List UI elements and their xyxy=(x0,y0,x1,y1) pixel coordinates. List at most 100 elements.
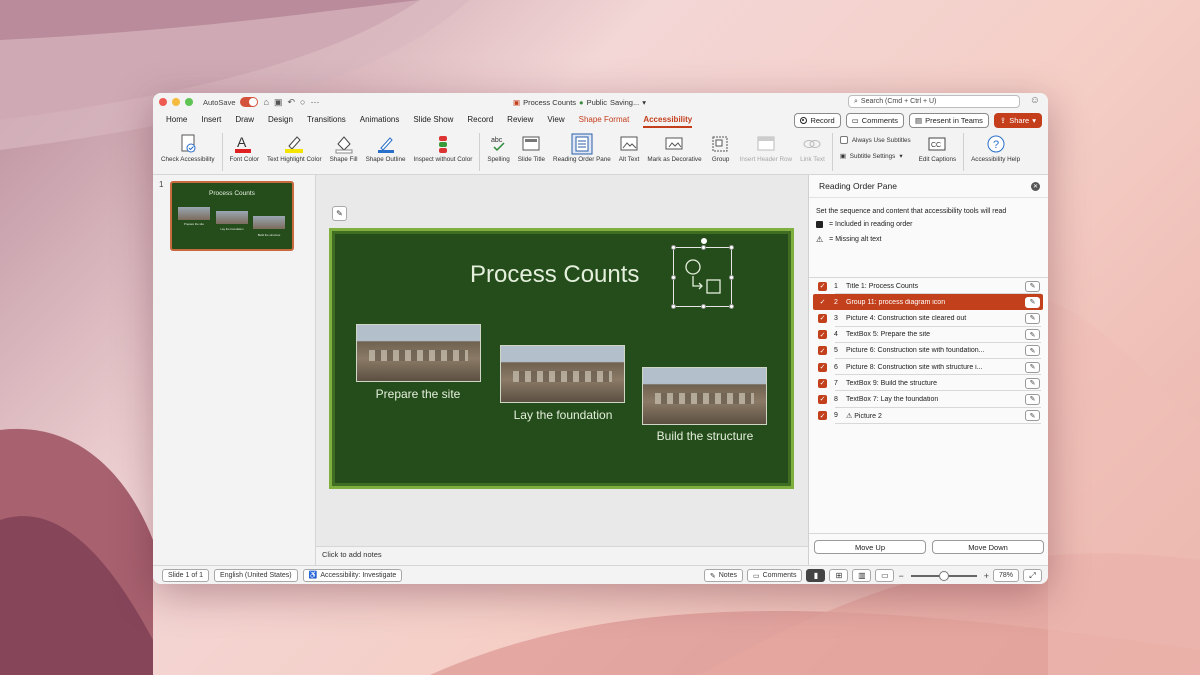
zoom-window-button[interactable] xyxy=(185,98,193,106)
include-checkbox[interactable]: ✓ xyxy=(818,298,827,307)
notes-area[interactable]: Click to add notes xyxy=(316,546,808,565)
edit-alt-text-button[interactable]: ✎ xyxy=(1025,410,1040,422)
shape-fill-button[interactable]: Shape Fill xyxy=(326,133,362,163)
tab-record[interactable]: Record xyxy=(460,111,500,129)
save-icon[interactable]: ▣ xyxy=(274,97,283,108)
close-window-button[interactable] xyxy=(159,98,167,106)
undo-icon[interactable]: ↶ xyxy=(287,97,295,108)
spelling-button[interactable]: abc Spelling xyxy=(483,133,513,163)
tab-home[interactable]: Home xyxy=(159,111,194,129)
tab-review[interactable]: Review xyxy=(500,111,540,129)
reading-order-item[interactable]: ✓ 7 TextBox 9: Build the structure ✎ xyxy=(809,375,1048,392)
tab-slide-show[interactable]: Slide Show xyxy=(406,111,460,129)
tab-shape-format[interactable]: Shape Format xyxy=(572,111,637,129)
process-diagram-icon[interactable] xyxy=(671,238,734,309)
more-icon[interactable]: ⋯ xyxy=(310,97,319,108)
caption-prepare-site[interactable]: Prepare the site xyxy=(338,387,498,401)
construction-site-photo[interactable] xyxy=(356,324,481,382)
include-checkbox[interactable]: ✓ xyxy=(818,313,827,323)
close-icon[interactable]: ✕ xyxy=(1031,181,1040,191)
search-input[interactable]: ⌕ Search (Cmd + Ctrl + U) xyxy=(848,95,1020,108)
tab-design[interactable]: Design xyxy=(261,111,300,129)
tab-draw[interactable]: Draw xyxy=(228,111,261,129)
slide-thumbnail[interactable]: Process Counts Prepare the site Lay the … xyxy=(170,181,294,251)
inspect-without-color-button[interactable]: Inspect without Color xyxy=(410,133,477,163)
slide-count[interactable]: Slide 1 of 1 xyxy=(162,568,210,582)
designer-icon[interactable]: ✎ xyxy=(332,206,347,221)
mark-as-decorative-button[interactable]: Mark as Decorative xyxy=(643,133,705,163)
home-icon[interactable]: ⌂ xyxy=(264,97,269,107)
include-checkbox[interactable]: ✓ xyxy=(818,281,827,291)
structure-photo[interactable] xyxy=(642,367,767,425)
tab-insert[interactable]: Insert xyxy=(194,111,228,129)
slide-sorter-button[interactable]: ⊞ xyxy=(829,569,849,582)
edit-alt-text-button[interactable]: ✎ xyxy=(1025,296,1040,308)
edit-alt-text-button[interactable]: ✎ xyxy=(1025,345,1040,357)
autosave-toggle[interactable] xyxy=(239,97,258,107)
include-checkbox[interactable]: ✓ xyxy=(818,378,827,388)
font-color-button[interactable]: A Font Color xyxy=(226,133,263,163)
slide[interactable]: Process Counts Prepare the site Lay the … xyxy=(329,228,794,489)
include-checkbox[interactable]: ✓ xyxy=(818,330,827,340)
account-icon[interactable]: ☺ xyxy=(1030,95,1040,106)
reading-order-item[interactable]: ✓ 6 Picture 8: Construction site with stru… xyxy=(809,359,1048,376)
redo-icon[interactable]: ○ xyxy=(300,97,305,107)
include-checkbox[interactable]: ✓ xyxy=(818,394,827,404)
language-button[interactable]: English (United States) xyxy=(214,568,298,582)
insert-header-row-button[interactable]: Insert Header Row xyxy=(736,133,797,163)
reading-order-item[interactable]: ✓ 4 TextBox 5: Prepare the site ✎ xyxy=(809,327,1048,343)
check-accessibility-button[interactable]: Check Accessibility xyxy=(157,133,219,163)
reading-order-item[interactable]: ✓ 5 Picture 6: Construction site with foun… xyxy=(809,343,1048,359)
alt-text-button[interactable]: Alt Text xyxy=(615,133,644,163)
edit-alt-text-button[interactable]: ✎ xyxy=(1025,393,1040,405)
move-up-button[interactable]: Move Up xyxy=(814,540,926,554)
edit-captions-button[interactable]: CC Edit Captions xyxy=(915,133,960,163)
text-highlight-color-button[interactable]: Text Highlight Color xyxy=(263,133,326,163)
accessibility-help-button[interactable]: ? Accessibility Help xyxy=(967,133,1024,163)
normal-view-button[interactable]: ▮ xyxy=(806,569,826,582)
group-button[interactable]: Group xyxy=(706,133,736,163)
edit-alt-text-button[interactable]: ✎ xyxy=(1025,329,1040,341)
edit-alt-text-button[interactable]: ✎ xyxy=(1025,312,1040,324)
link-text-button[interactable]: Link Text xyxy=(796,133,829,163)
include-checkbox[interactable]: ✓ xyxy=(818,362,827,372)
shape-outline-button[interactable]: Shape Outline xyxy=(362,133,410,163)
present-in-teams-button[interactable]: ▤ Present in Teams xyxy=(909,113,989,128)
edit-alt-text-button[interactable]: ✎ xyxy=(1025,280,1040,292)
slide-title[interactable]: Process Counts xyxy=(470,261,639,289)
zoom-slider-knob[interactable] xyxy=(938,570,949,581)
comments-button[interactable]: ▭ Comments xyxy=(845,113,905,128)
caption-build-structure[interactable]: Build the structure xyxy=(625,429,785,443)
zoom-level[interactable]: 78% xyxy=(992,569,1019,582)
minimize-window-button[interactable] xyxy=(172,98,180,106)
edit-alt-text-button[interactable]: ✎ xyxy=(1025,377,1040,389)
fit-to-window-button[interactable]: ⤢ xyxy=(1023,569,1042,582)
share-button[interactable]: ⇪ Share ▾ xyxy=(993,113,1042,128)
tab-animations[interactable]: Animations xyxy=(353,111,407,129)
move-down-button[interactable]: Move Down xyxy=(932,540,1044,554)
reading-order-item[interactable]: ✓ 8 TextBox 7: Lay the foundation ✎ xyxy=(809,391,1048,408)
notes-button[interactable]: ✎ Notes xyxy=(703,569,743,582)
tab-view[interactable]: View xyxy=(540,111,571,129)
record-button[interactable]: Record xyxy=(794,113,841,128)
include-checkbox[interactable]: ✓ xyxy=(818,346,827,356)
tab-accessibility[interactable]: Accessibility xyxy=(636,111,699,129)
subtitle-settings-dropdown[interactable]: ▣ Subtitle Settings ▾ xyxy=(840,153,911,160)
rotate-handle[interactable] xyxy=(701,238,707,244)
foundation-photo[interactable] xyxy=(500,345,625,403)
tab-transitions[interactable]: Transitions xyxy=(300,111,353,129)
status-comments-button[interactable]: ▭ Comments xyxy=(746,569,803,582)
include-checkbox[interactable]: ✓ xyxy=(818,411,827,421)
reading-order-item[interactable]: ✓ 1 Title 1: Process Counts ✎ xyxy=(809,278,1048,295)
document-title[interactable]: ▣ Process Counts ● Public Saving... ▾ xyxy=(513,98,646,107)
reading-order-item[interactable]: ✓ 3 Picture 4: Construction site cleared o… xyxy=(809,310,1048,327)
zoom-in-icon[interactable]: + xyxy=(984,571,989,581)
zoom-slider[interactable] xyxy=(910,570,977,581)
zoom-out-icon[interactable]: − xyxy=(898,571,903,581)
reading-view-button[interactable]: ▥ xyxy=(852,569,872,582)
slide-title-button[interactable]: Slide Title xyxy=(514,133,549,163)
always-use-subtitles-checkbox[interactable]: Always Use Subtitles xyxy=(839,136,911,144)
reading-order-item[interactable]: ✓ 9 ⚠ Picture 2 ✎ xyxy=(809,408,1048,424)
caption-lay-foundation[interactable]: Lay the foundation xyxy=(483,408,643,422)
slideshow-button[interactable]: ▭ xyxy=(875,569,895,582)
